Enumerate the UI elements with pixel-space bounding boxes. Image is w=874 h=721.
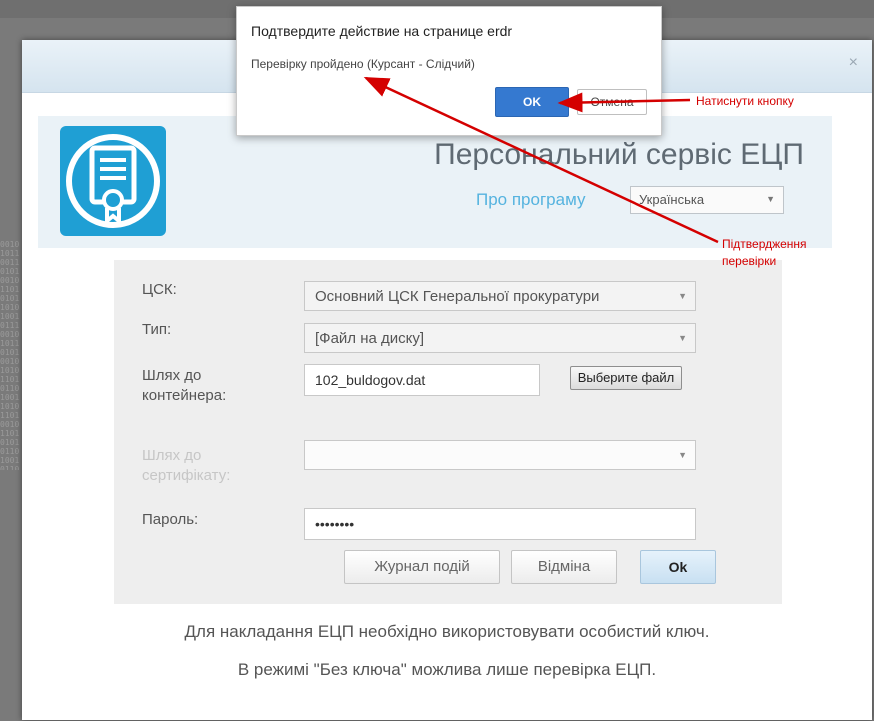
ok-button[interactable]: Ok (640, 550, 716, 584)
key-requirement-note: Для накладання ЕЦП необхідно використову… (184, 622, 710, 641)
event-log-button[interactable]: Журнал подій (344, 550, 500, 584)
cancel-button[interactable]: Відміна (511, 550, 617, 584)
csk-select[interactable]: Основний ЦСК Генеральної прокуратури ▼ (304, 281, 696, 311)
no-key-mode-note: В режимі "Без ключа" можлива лише переві… (237, 660, 657, 679)
password-label: Пароль: (142, 511, 199, 528)
dialog-ok-button[interactable]: OK (495, 87, 569, 117)
cert-path-label: Шлях до сертифікату: (142, 447, 231, 484)
container-path-input[interactable]: 102_buldogov.dat (304, 364, 540, 396)
confirmation-annotation-line2: перевірки (722, 254, 777, 268)
signature-service-modal: × Персональний сервіс ЕЦП Про програму У… (22, 40, 872, 720)
type-label: Тип: (142, 321, 172, 338)
csk-label: ЦСК: (142, 281, 177, 298)
chevron-down-icon: ▼ (678, 333, 687, 343)
chevron-down-icon: ▼ (766, 194, 775, 204)
type-selected-value: [Файл на диску] (315, 330, 425, 347)
dialog-cancel-button[interactable]: Отмена (577, 89, 647, 115)
dialog-message: Перевірку пройдено (Курсант - Слідчий) (251, 57, 475, 71)
csk-selected-value: Основний ЦСК Генеральної прокуратури (315, 288, 600, 305)
cert-path-select[interactable]: ▼ (304, 440, 696, 470)
choose-file-button[interactable]: Выберите файл (570, 366, 682, 390)
key-form-panel: ЦСК: Основний ЦСК Генеральної прокуратур… (114, 260, 782, 604)
binary-background: 0010101100110101001011010101101010010111… (0, 240, 20, 470)
chevron-down-icon: ▼ (678, 291, 687, 301)
language-selected-value: Українська (639, 192, 705, 207)
type-select[interactable]: [Файл на диску] ▼ (304, 323, 696, 353)
certificate-logo-icon (60, 126, 166, 236)
chevron-down-icon: ▼ (678, 450, 687, 460)
confirmation-annotation-line1: Підтвердження (722, 237, 807, 251)
password-field[interactable]: •••••••• (304, 508, 696, 540)
confirm-dialog: Подтвердите действие на странице erdr Пе… (236, 6, 662, 136)
page-title: Персональний сервіс ЕЦП (434, 138, 804, 171)
dialog-title: Подтвердите действие на странице erdr (251, 23, 513, 39)
container-path-label: Шлях до контейнера: (142, 367, 227, 404)
close-icon[interactable]: × (849, 54, 858, 72)
about-program-link[interactable]: Про програму (476, 190, 585, 210)
press-button-annotation: Натиснути кнопку (696, 94, 794, 108)
language-select[interactable]: Українська ▼ (630, 186, 784, 214)
